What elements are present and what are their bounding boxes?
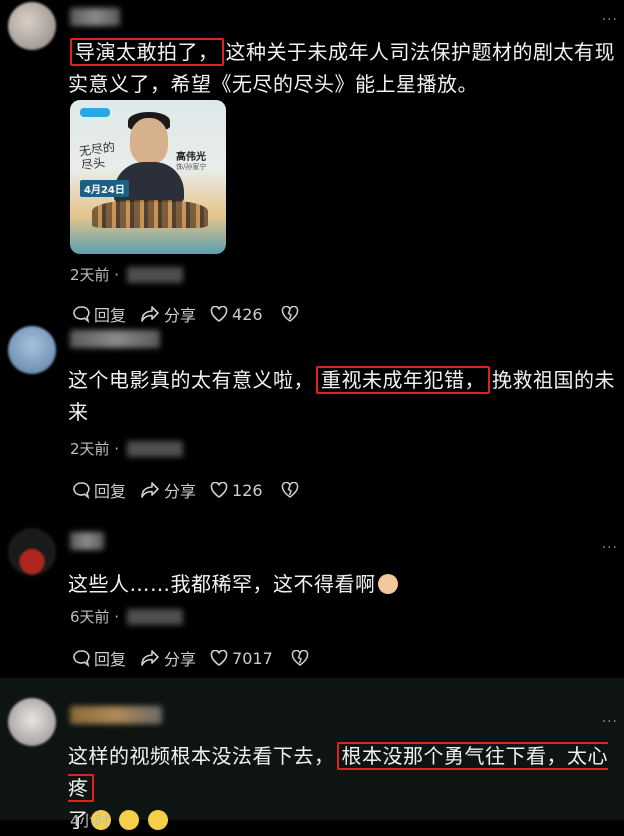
heart-icon [210,650,228,666]
crying-emoji-icon [119,810,140,830]
avatar[interactable] [8,698,56,746]
share-icon [141,306,159,322]
poster-actor-role: 饰/孙家宁 [176,163,207,171]
comment-text: 这些人……我都稀罕，这不得看啊 [68,568,616,600]
like-count: 426 [232,304,263,324]
location-blurred [127,266,184,283]
username[interactable] [70,330,160,348]
comment-text: 这个电影真的太有意义啦， 重视未成年犯错， 挽救祖国的未来 [68,366,615,424]
comment-item: 这个电影真的太有意义啦， 重视未成年犯错， 挽救祖国的未来 2天前 · 回复 分享 … [0,322,624,502]
poster-date: 4月24日 [80,180,129,197]
reply-icon [73,306,90,323]
reply-button[interactable]: 回复 [72,646,126,670]
more-dots-icon[interactable]: ··· [602,714,618,730]
dislike-button[interactable] [281,482,303,498]
username[interactable] [70,532,104,550]
comment-item: ··· 导演太敢拍了， 这种关于未成年人司法保护题材的剧太有现实意义了，希望《无尽… [0,0,624,325]
poster-actor-name: 高伟光 [176,152,206,163]
like-count: 126 [232,480,263,500]
highlight-box: 导演太敢拍了， [70,38,224,66]
avatar[interactable] [8,528,56,576]
heart-icon [210,482,228,498]
comment-item: ··· 这些人……我都稀罕，这不得看啊 6天前 · 回复 分享 7017 [0,500,624,678]
highlight-box: 重视未成年犯错， [316,366,490,394]
dislike-button[interactable] [291,650,313,666]
comment-item: ··· 这样的视频根本没法看下去， 根本没那个勇气往下看，太心疼了 4小时 [0,678,624,832]
movie-poster-image[interactable]: 无尽的尽头 高伟光 饰/孙家宁 4月24日 [70,100,226,254]
comment-meta: 2天前 · [70,438,184,459]
comment-actions: 回复 分享 126 [72,478,317,502]
more-dots-icon[interactable]: ··· [602,12,618,28]
share-icon [141,482,159,498]
dislike-button[interactable] [281,306,303,322]
poster-crowd [92,200,208,228]
heart-icon [210,306,228,322]
location-blurred [127,608,184,625]
share-button[interactable]: 分享 [140,646,196,670]
comment-meta: 4小时 [70,810,110,831]
broken-heart-icon [291,650,309,666]
comment-time: 4小时 [70,812,110,830]
username[interactable] [70,706,162,724]
poster-actor-face [130,118,168,164]
like-button[interactable]: 426 [210,305,263,324]
comment-time: 2天前 · [70,440,120,458]
comment-actions: 回复 分享 7017 [72,646,327,670]
avatar[interactable] [8,2,56,50]
comment-meta: 2天前 · [70,264,184,285]
pig-emoji-icon [377,574,398,594]
crying-emoji-icon [148,810,169,830]
reply-button[interactable]: 回复 [72,478,126,502]
reply-icon [73,482,90,499]
share-button[interactable]: 分享 [140,478,196,502]
like-button[interactable]: 7017 [210,649,273,668]
broken-heart-icon [281,482,298,498]
username[interactable] [70,8,120,26]
share-icon [141,650,159,666]
like-count: 7017 [232,648,273,668]
reply-icon [73,650,90,667]
comment-time: 2天前 · [70,266,120,284]
comment-text: 导演太敢拍了， 这种关于未成年人司法保护题材的剧太有现实意义了，希望《无尽的尽头》… [68,38,615,96]
comment-time: 6天前 · [70,608,120,626]
poster-title: 无尽的尽头 [78,139,116,173]
broken-heart-icon [281,306,298,322]
comment-text: 这样的视频根本没法看下去， 根本没那个勇气往下看，太心疼了 [68,742,608,832]
comment-meta: 6天前 · [70,606,184,627]
avatar[interactable] [8,326,56,374]
more-dots-icon[interactable]: ··· [602,540,618,556]
location-blurred [127,440,184,457]
platform-logo [80,108,110,117]
like-button[interactable]: 126 [210,481,263,500]
